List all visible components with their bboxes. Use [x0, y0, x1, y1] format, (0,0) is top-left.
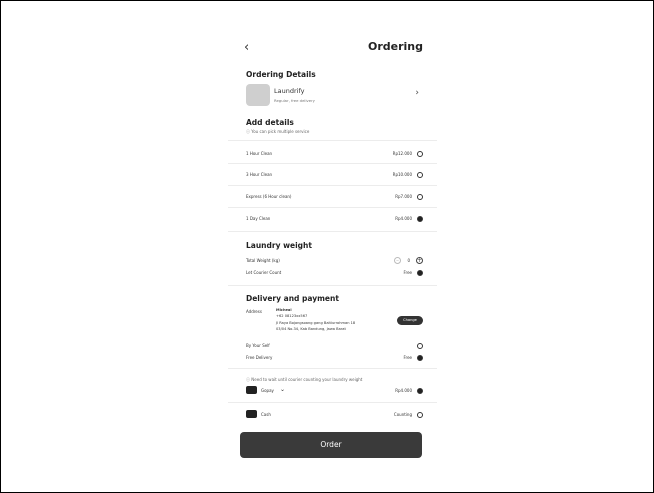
recipient-phone: +62 08123xx567 — [276, 314, 308, 318]
hint-text: You can pick multiple service — [251, 129, 310, 134]
page-title: Ordering — [367, 40, 423, 53]
address-line-1: Jl Raya Bojongsoang gang Baitiurrohman 1… — [276, 321, 356, 325]
courier-count-radio[interactable] — [417, 270, 423, 276]
add-details-hint: ⓘ You can pick multiple service — [246, 129, 309, 135]
service-radio[interactable] — [417, 194, 423, 200]
chevron-right-icon[interactable]: › — [415, 88, 419, 98]
total-weight-label: Total Weight (kg) — [246, 258, 280, 263]
service-label: 3 Hour Clean — [246, 172, 273, 177]
service-price: Rp12.000 — [392, 151, 412, 156]
address-line-2: 03/04 No.34, Kab Bandung, Jawa Barat — [276, 327, 346, 331]
divider — [228, 185, 437, 186]
courier-count-label: Let Courier Count — [246, 270, 282, 275]
change-address-button[interactable]: Change — [397, 316, 423, 325]
info-icon: ⓘ — [246, 129, 250, 134]
ordering-details-heading: Ordering Details — [246, 70, 316, 79]
service-label: 1 Day Clean — [246, 216, 271, 221]
divider — [228, 285, 437, 286]
shop-thumbnail — [246, 84, 270, 106]
service-label: 1 Hour Clean — [246, 151, 273, 156]
order-button[interactable]: Order — [240, 432, 422, 458]
courier-note-text: Need to wait until courier counting your… — [251, 377, 363, 382]
by-self-label: By Your Self — [246, 343, 270, 348]
service-price: Rp10.000 — [392, 172, 412, 177]
add-details-heading: Add details — [246, 118, 294, 127]
service-price: Rp4.000 — [395, 216, 412, 221]
weight-value: 0 — [407, 258, 410, 263]
decrement-button[interactable]: – — [394, 257, 401, 264]
wallet-radio[interactable] — [417, 388, 423, 394]
courier-note: ⓘ Need to wait until courier counting yo… — [246, 377, 362, 383]
cash-label: Cash — [261, 412, 271, 417]
shop-name[interactable]: Laundrify — [274, 87, 304, 95]
divider — [228, 231, 437, 232]
shop-subtitle: Regular, free delivery — [274, 98, 315, 103]
service-radio[interactable] — [417, 151, 423, 157]
free-delivery-label: Free Delivery — [246, 355, 273, 360]
address-label: Address — [246, 309, 262, 314]
recipient-name: Micheal — [276, 308, 292, 312]
back-icon[interactable]: ‹ — [244, 40, 249, 55]
wallet-name[interactable]: Gopay — [261, 388, 274, 393]
free-delivery-radio[interactable] — [417, 355, 423, 361]
divider — [228, 163, 437, 164]
service-price: Rp7.000 — [395, 194, 412, 199]
cash-value: Counting — [393, 412, 412, 417]
divider — [228, 140, 437, 141]
divider — [228, 207, 437, 208]
by-self-radio[interactable] — [417, 343, 423, 349]
info-icon: ⓘ — [246, 377, 250, 382]
divider — [228, 368, 437, 369]
service-label: Express (6 Hour clean) — [246, 194, 292, 199]
cash-radio[interactable] — [417, 412, 423, 418]
increment-button[interactable]: + — [416, 257, 423, 264]
chevron-down-icon[interactable]: ⌄ — [280, 386, 285, 393]
courier-count-price: Free — [403, 270, 413, 275]
cash-icon — [246, 410, 257, 418]
laundry-weight-heading: Laundry weight — [246, 241, 312, 250]
wallet-icon — [246, 386, 257, 394]
divider — [228, 402, 437, 403]
service-radio-selected[interactable] — [417, 216, 423, 222]
delivery-payment-heading: Delivery and payment — [246, 294, 339, 303]
free-delivery-price: Free — [403, 355, 413, 360]
service-radio[interactable] — [417, 172, 423, 178]
wallet-amount: Rp4.000 — [395, 388, 412, 393]
phone-screen: ‹ Ordering Ordering Details Laundrify Re… — [228, 6, 437, 464]
